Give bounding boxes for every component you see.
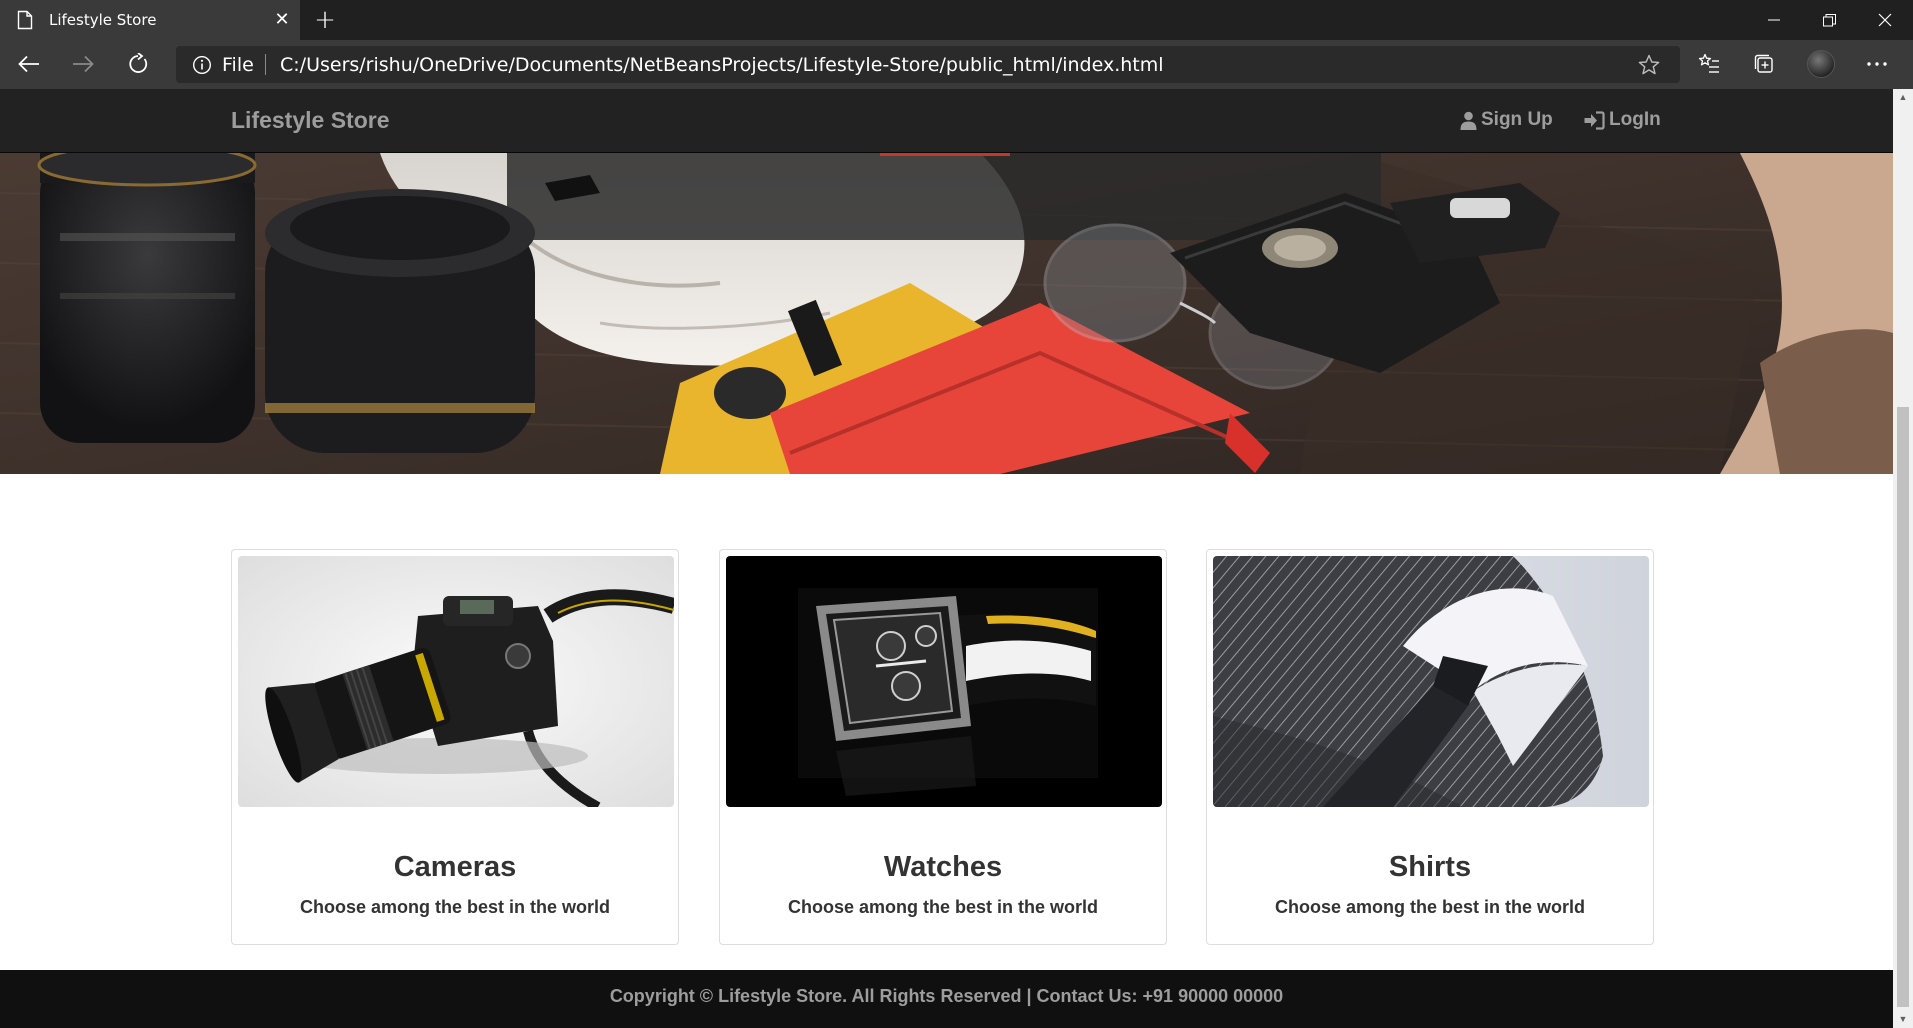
category-subtitle: Choose among the best in the world bbox=[787, 897, 1099, 917]
login-link[interactable]: LogIn bbox=[1584, 109, 1661, 131]
category-subtitle: Choose among the best in the world bbox=[1274, 897, 1586, 917]
tab-title: Lifestyle Store bbox=[49, 11, 157, 29]
close-window-icon[interactable] bbox=[1857, 0, 1913, 40]
favorites-list-icon[interactable] bbox=[1690, 45, 1728, 83]
browser-toolbar: File C:/Users/rishu/OneDrive/Documents/N… bbox=[0, 40, 1913, 89]
watch-image[interactable] bbox=[726, 556, 1162, 807]
signup-link[interactable]: Sign Up bbox=[1460, 109, 1553, 131]
login-icon bbox=[1584, 110, 1605, 130]
category-subtitle: Choose among the best in the world bbox=[299, 897, 611, 917]
page-icon bbox=[17, 10, 33, 30]
browser-tab[interactable]: Lifestyle Store ✕ bbox=[0, 0, 300, 40]
signup-label: Sign Up bbox=[1481, 109, 1553, 130]
url-text[interactable]: C:/Users/rishu/OneDrive/Documents/NetBea… bbox=[280, 54, 1164, 76]
site-navbar: Lifestyle Store Sign Up LogIn bbox=[0, 89, 1893, 153]
address-bar[interactable]: File C:/Users/rishu/OneDrive/Documents/N… bbox=[176, 46, 1680, 83]
page-viewport: Lifestyle Store Sign Up LogIn Cameras Ch… bbox=[0, 89, 1893, 1028]
collections-icon[interactable] bbox=[1745, 45, 1783, 83]
address-divider bbox=[265, 54, 266, 75]
tab-close-icon[interactable]: ✕ bbox=[272, 8, 292, 30]
protocol-label: File bbox=[222, 54, 254, 76]
category-card-cameras[interactable]: Cameras Choose among the best in the wor… bbox=[231, 549, 679, 945]
camera-image[interactable] bbox=[238, 556, 674, 807]
footer-copyright: Copyright © Lifestyle Store. All Rights … bbox=[609, 986, 1284, 1006]
site-footer: Copyright © Lifestyle Store. All Rights … bbox=[0, 970, 1893, 1028]
back-arrow-icon[interactable] bbox=[10, 45, 48, 83]
hero-banner-image bbox=[0, 153, 1893, 474]
login-label: LogIn bbox=[1609, 109, 1661, 130]
forward-arrow-icon[interactable] bbox=[64, 45, 102, 83]
category-title[interactable]: Cameras bbox=[232, 851, 678, 884]
more-options-icon[interactable] bbox=[1858, 45, 1896, 83]
user-icon bbox=[1460, 111, 1477, 130]
category-title[interactable]: Watches bbox=[720, 851, 1166, 884]
scroll-up-arrow-icon[interactable]: ▲ bbox=[1893, 89, 1913, 106]
brand-logo[interactable]: Lifestyle Store bbox=[231, 107, 390, 134]
browser-tab-strip: Lifestyle Store ✕ + bbox=[0, 0, 1913, 40]
scrollbar-thumb[interactable] bbox=[1897, 407, 1909, 1007]
category-title[interactable]: Shirts bbox=[1207, 851, 1653, 884]
new-tab-icon[interactable]: + bbox=[312, 6, 338, 34]
info-icon[interactable] bbox=[192, 55, 212, 75]
refresh-icon[interactable] bbox=[119, 45, 157, 83]
minimize-icon[interactable] bbox=[1746, 0, 1802, 40]
page-scrollbar[interactable]: ▲ ▼ bbox=[1893, 89, 1913, 1028]
favorite-star-icon[interactable] bbox=[1637, 53, 1661, 77]
scroll-down-arrow-icon[interactable]: ▼ bbox=[1893, 1011, 1913, 1028]
profile-avatar[interactable] bbox=[1802, 45, 1840, 83]
restore-icon[interactable] bbox=[1801, 0, 1857, 40]
category-card-watches[interactable]: Watches Choose among the best in the wor… bbox=[719, 549, 1167, 945]
shirt-image[interactable] bbox=[1213, 556, 1649, 807]
category-card-shirts[interactable]: Shirts Choose among the best in the worl… bbox=[1206, 549, 1654, 945]
